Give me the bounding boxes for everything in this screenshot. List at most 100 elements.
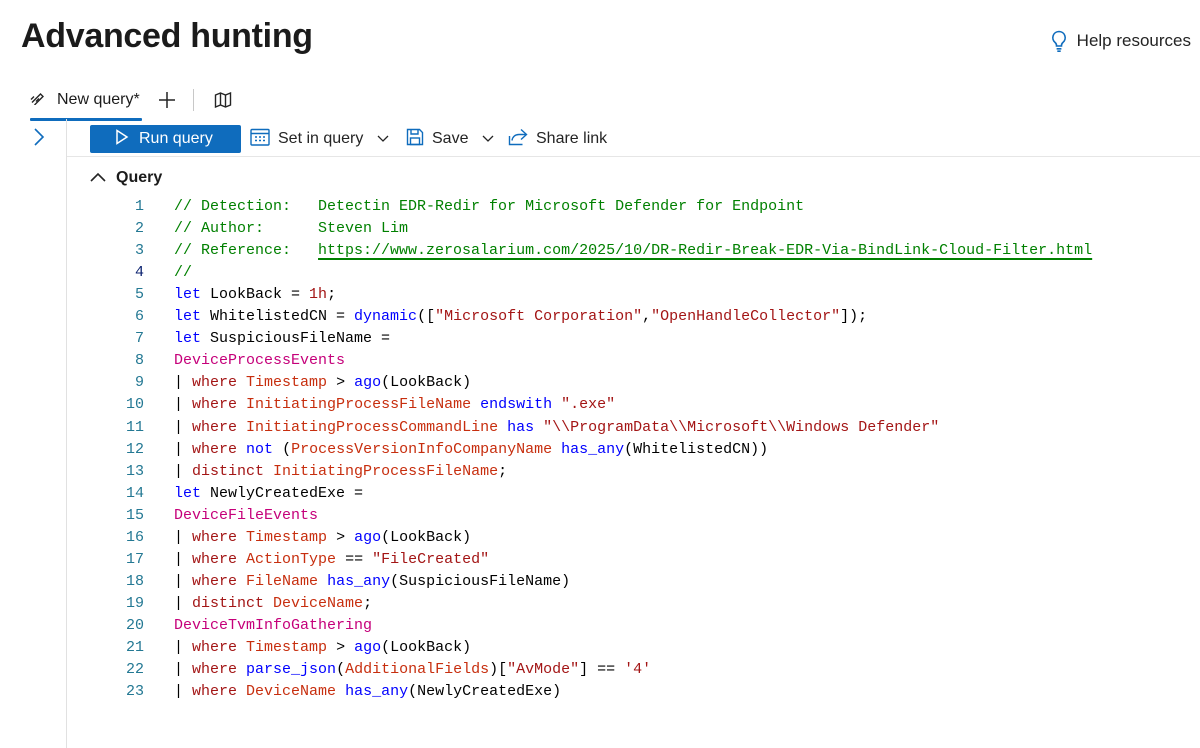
line-number: 5 — [134, 286, 144, 304]
code-token: ago — [354, 528, 382, 546]
code-token: has_any — [345, 683, 409, 701]
code-token: | — [174, 440, 193, 458]
code-token: "\\ProgramData\\Microsoft\\Windows Defen… — [543, 418, 940, 436]
code-token: has — [507, 418, 535, 436]
tab-new-query[interactable]: New query* — [30, 85, 142, 121]
code-token: where — [192, 528, 238, 546]
code-token: let — [174, 308, 202, 326]
code-text: let WhitelistedCN = dynamic(["Microsoft … — [174, 306, 867, 328]
code-token: ; — [363, 594, 373, 612]
code-line: 17 | where ActionType == "FileCreated" — [118, 549, 1200, 571]
code-token: InitiatingProcessCommandLine — [246, 418, 499, 436]
code-token: (SuspiciousFileName) — [390, 572, 571, 590]
code-token: InitiatingProcessFileName — [273, 462, 499, 480]
code-token: (LookBack) — [381, 528, 472, 546]
code-token: let — [174, 330, 202, 348]
code-line: 2 // Author: Steven Lim — [118, 218, 1200, 240]
chevron-right-icon[interactable] — [33, 127, 45, 152]
calendar-icon — [250, 128, 270, 151]
line-number: 3 — [134, 242, 144, 260]
code-token: ([ — [417, 308, 436, 326]
query-editor[interactable]: 1 // Detection: Detectin EDR-Redir for Mi… — [118, 196, 1200, 716]
code-token: // — [174, 264, 193, 282]
code-text: let LookBack = 1h; — [174, 284, 336, 306]
code-line: 12 | where not (ProcessVersionInfoCompany… — [118, 439, 1200, 461]
save-button[interactable]: Save — [406, 125, 494, 153]
line-number: 23 — [125, 683, 144, 701]
code-text: // Detection: Detectin EDR-Redir for Mic… — [174, 196, 804, 218]
code-token: (WhitelistedCN)) — [624, 440, 769, 458]
code-token: // Reference: — [174, 242, 319, 260]
code-line: 16 | where Timestamp > ago(LookBack) — [118, 527, 1200, 549]
code-token: ProcessVersionInfoCompanyName — [291, 440, 553, 458]
set-in-query-button[interactable]: Set in query — [250, 125, 389, 153]
code-token: == — [336, 550, 373, 568]
run-query-button[interactable]: Run query — [90, 125, 241, 153]
left-rail — [0, 119, 67, 748]
line-number: 19 — [125, 594, 144, 612]
help-resources-label: Help resources — [1076, 31, 1191, 50]
code-text: DeviceFileEvents — [174, 505, 318, 527]
code-token: LookBack = — [201, 286, 310, 304]
line-number: 18 — [125, 572, 144, 590]
query-section-toggle[interactable]: Query — [90, 167, 162, 189]
reference-link[interactable]: https://www.zerosalarium.com/2025/10/DR-… — [318, 242, 1092, 259]
line-number: 20 — [125, 616, 144, 634]
code-line: 6 let WhitelistedCN = dynamic(["Microsoft… — [118, 306, 1200, 328]
line-number: 15 — [125, 506, 144, 524]
share-link-button[interactable]: Share link — [508, 125, 607, 153]
code-text: let SuspiciousFileName = — [174, 328, 390, 350]
help-resources-link[interactable]: Help resources — [1050, 28, 1191, 54]
code-token: dynamic — [354, 308, 418, 326]
code-token: Detectin EDR-Redir for Microsoft Defende… — [318, 198, 805, 215]
share-link-label: Share link — [536, 130, 608, 147]
code-line: 11 | where InitiatingProcessCommandLine h… — [118, 417, 1200, 439]
code-line: 5 let LookBack = 1h; — [118, 284, 1200, 306]
code-line: 10 | where InitiatingProcessFileName ends… — [118, 394, 1200, 416]
line-number: 6 — [134, 308, 144, 326]
code-token: "OpenHandleCollector" — [651, 308, 841, 326]
query-section-label: Query — [116, 169, 163, 186]
code-line: 18 | where FileName has_any(SuspiciousFil… — [118, 571, 1200, 593]
code-token: DeviceTvmInfoGathering — [174, 616, 373, 634]
code-token: > — [327, 528, 355, 546]
code-token: ago — [354, 374, 382, 392]
code-line: 21 | where Timestamp > ago(LookBack) — [118, 637, 1200, 659]
code-token: AdditionalFields — [345, 661, 490, 679]
code-line: 14 let NewlyCreatedExe = — [118, 483, 1200, 505]
line-number: 16 — [125, 528, 144, 546]
chevron-down-icon — [482, 130, 494, 148]
code-line: 13 | distinct InitiatingProcessFileName; — [118, 461, 1200, 483]
code-text: let NewlyCreatedExe = — [174, 483, 363, 505]
code-token: where — [192, 440, 238, 458]
code-text: DeviceProcessEvents — [174, 350, 345, 372]
play-icon — [115, 128, 129, 150]
code-token: | — [174, 639, 193, 656]
code-token: | — [174, 396, 193, 414]
code-token: | — [174, 683, 193, 701]
add-tab-icon[interactable] — [158, 91, 176, 109]
code-text: | where parse_json(AdditionalFields)["Av… — [174, 659, 651, 681]
code-line: 8 DeviceProcessEvents — [118, 350, 1200, 372]
code-token: ( — [336, 661, 346, 679]
schema-map-icon[interactable] — [214, 92, 232, 108]
code-token: parse_json — [246, 661, 337, 679]
set-in-query-label: Set in query — [278, 130, 364, 147]
code-token: | — [174, 462, 193, 480]
code-token: , — [642, 308, 652, 326]
code-token: "AvMode" — [507, 661, 580, 679]
code-token: ActionType — [246, 550, 337, 568]
line-number: 10 — [125, 396, 144, 414]
code-line: 23 | where DeviceName has_any(NewlyCreate… — [118, 681, 1200, 703]
save-label: Save — [432, 130, 469, 147]
